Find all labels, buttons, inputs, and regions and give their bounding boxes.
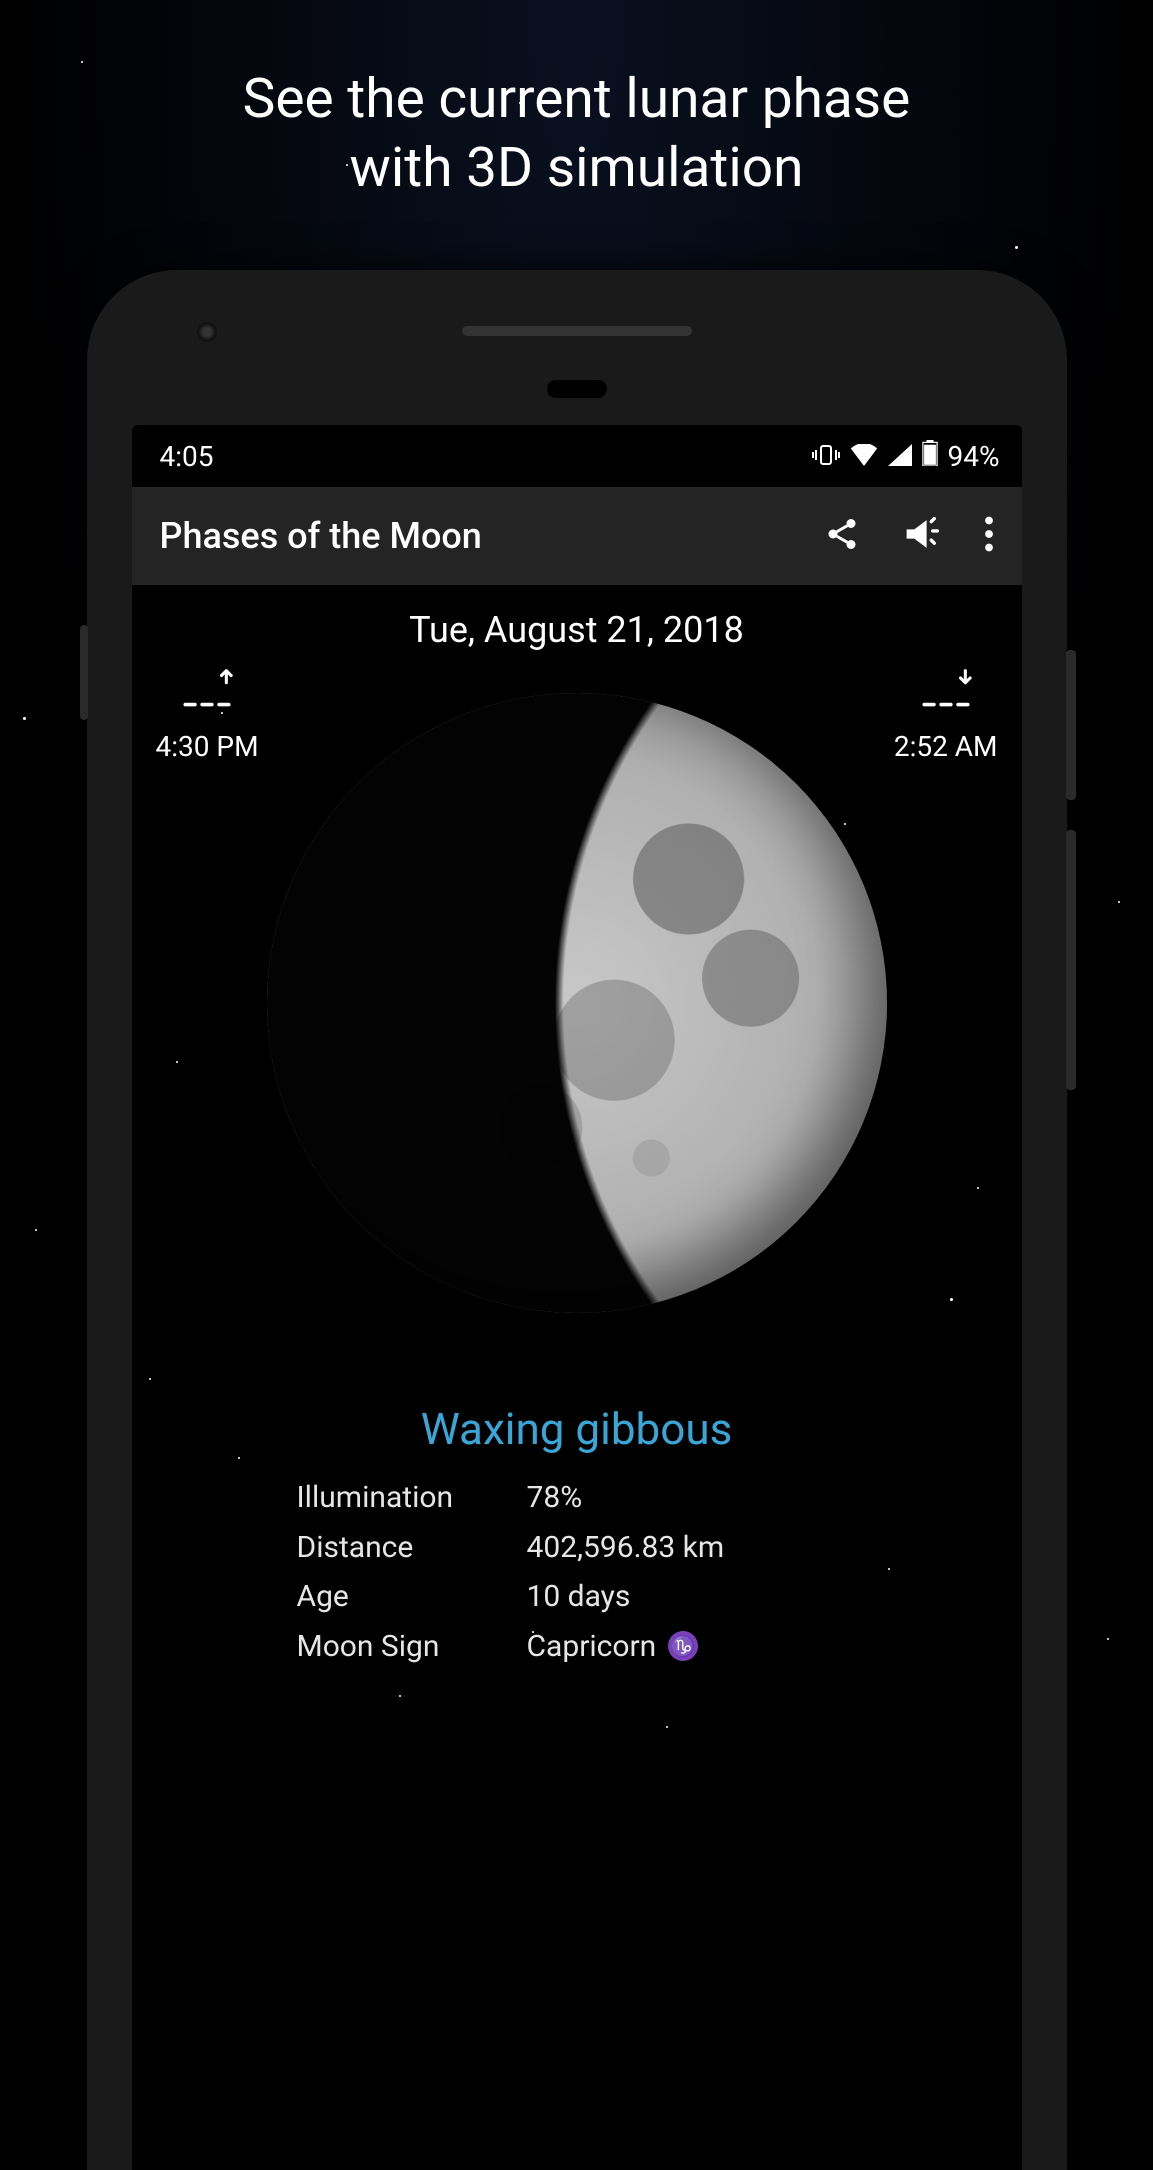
moonset-time: 2:52 AM: [894, 730, 998, 763]
battery-icon: [922, 440, 938, 473]
app-bar: Phases of the Moon: [132, 487, 1022, 585]
promo-line-1: See the current lunar phase: [0, 65, 1153, 134]
moonrise-icon: [178, 667, 236, 720]
wifi-icon: [850, 440, 878, 473]
status-bar: 4:05: [132, 425, 1022, 487]
battery-percent: 94%: [948, 440, 1000, 473]
cell-signal-icon: [888, 440, 912, 473]
phone-screen: 4:05: [132, 425, 1022, 2170]
vibrate-icon: [812, 440, 840, 473]
phone-camera-dot: [197, 322, 217, 342]
moonset-block: 2:52 AM: [894, 667, 998, 763]
moon-3d-view[interactable]: [267, 693, 887, 1313]
moonrise-block: 4:30 PM: [156, 667, 259, 763]
app-title: Phases of the Moon: [160, 515, 824, 557]
share-button[interactable]: [824, 516, 860, 556]
overflow-menu-button[interactable]: [984, 516, 994, 556]
phone-side-button: [1066, 650, 1076, 800]
promo-headline: See the current lunar phase with 3D simu…: [0, 65, 1153, 203]
phone-side-button: [1066, 830, 1076, 1090]
announce-button[interactable]: [902, 514, 942, 558]
moon-terminator-shadow: [267, 693, 887, 1313]
phone-side-button: [80, 625, 88, 720]
moonset-icon: [917, 667, 975, 720]
phone-frame: 4:05: [87, 270, 1067, 2170]
status-clock: 4:05: [160, 440, 214, 473]
moonrise-time: 4:30 PM: [156, 730, 259, 763]
promo-line-2: with 3D simulation: [0, 134, 1153, 203]
app-content: Tue, August 21, 2018 4:30 PM: [132, 585, 1022, 2170]
current-date[interactable]: Tue, August 21, 2018: [132, 585, 1022, 665]
